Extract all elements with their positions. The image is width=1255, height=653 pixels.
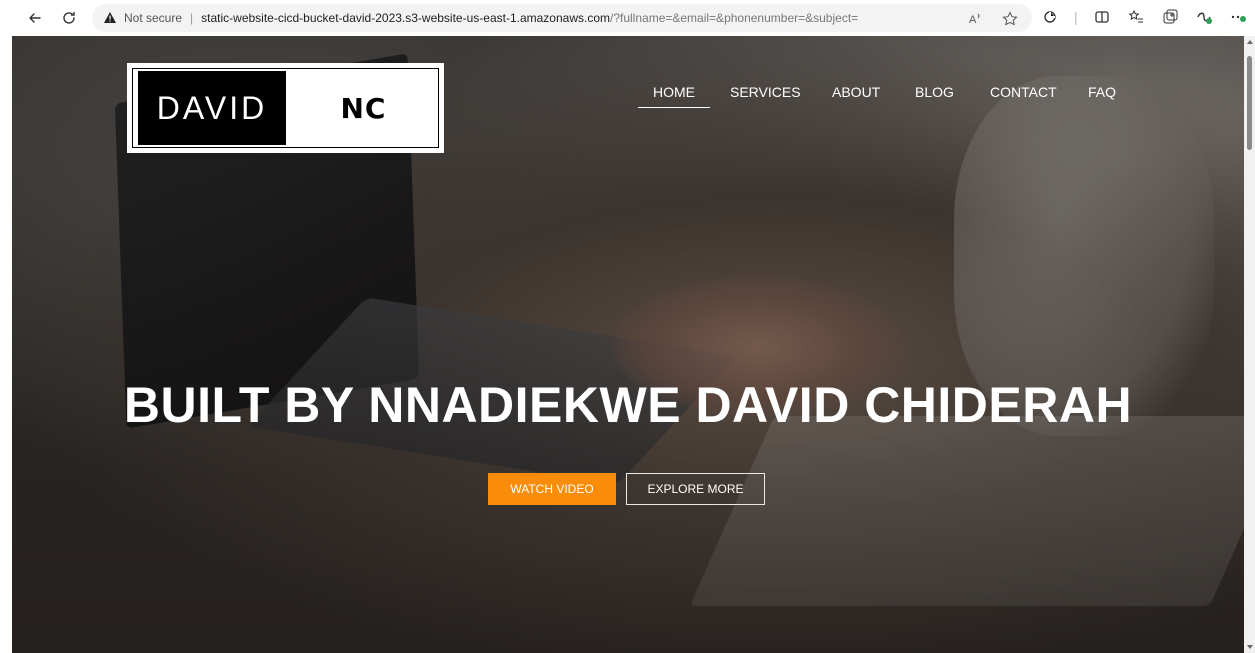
nav-item-services[interactable]: SERVICES <box>730 84 801 102</box>
logo-right-block: NC <box>286 92 441 125</box>
logo-left-block: DAVID <box>138 71 286 145</box>
scroll-down-arrow-icon[interactable] <box>1247 645 1253 649</box>
hero-title: BUILT BY NNADIEKWE DAVID CHIDERAH <box>123 377 1133 433</box>
nav-link-faq[interactable]: FAQ <box>1088 84 1116 100</box>
nav-item-about[interactable]: ABOUT <box>832 84 880 102</box>
url-query: /?fullname=&email=&phonenumber=&subject= <box>610 11 859 25</box>
nav-item-blog[interactable]: BLOG <box>915 84 954 102</box>
watch-video-button[interactable]: WATCH VIDEO <box>488 473 616 505</box>
favorite-star-icon[interactable] <box>1000 9 1020 29</box>
hero-cta-row: WATCH VIDEO EXPLORE MORE <box>488 473 765 505</box>
reload-icon[interactable] <box>58 7 80 29</box>
logo-right-text: NC <box>340 91 387 125</box>
explore-more-button[interactable]: EXPLORE MORE <box>626 473 765 505</box>
nav-link-about[interactable]: ABOUT <box>832 84 880 100</box>
more-icon[interactable] <box>1228 7 1248 27</box>
url-host: static-website-cicd-bucket-david-2023.s3… <box>201 11 610 25</box>
nav-link-services[interactable]: SERVICES <box>730 84 801 100</box>
site-logo[interactable]: DAVID NC <box>127 63 444 153</box>
favorites-icon[interactable] <box>1126 7 1146 27</box>
nav-link-blog[interactable]: BLOG <box>915 84 954 100</box>
collections-icon[interactable] <box>1160 7 1180 27</box>
security-label[interactable]: Not secure <box>124 11 182 25</box>
logo-left-text: DAVID <box>156 89 268 126</box>
split-screen-icon[interactable] <box>1092 7 1112 27</box>
nav-item-home[interactable]: HOME <box>638 84 710 108</box>
toolbar-divider: | <box>1074 9 1078 25</box>
nav-item-faq[interactable]: FAQ <box>1088 84 1116 102</box>
back-arrow-icon[interactable] <box>24 7 46 29</box>
copilot-icon[interactable] <box>1194 7 1214 27</box>
svg-text:A: A <box>969 14 977 26</box>
nav-link-home[interactable]: HOME <box>638 84 710 108</box>
nav-item-contact[interactable]: CONTACT <box>990 84 1057 102</box>
address-bar[interactable]: Not secure | static-website-cicd-bucket-… <box>92 4 1032 32</box>
nav-link-contact[interactable]: CONTACT <box>990 84 1057 100</box>
scroll-up-arrow-icon[interactable] <box>1247 40 1253 44</box>
address-separator: | <box>190 11 194 25</box>
page-scrollbar[interactable] <box>1244 36 1255 653</box>
page-viewport: DAVID NC HOME SERVICES ABOUT BLOG CONTAC… <box>12 36 1244 653</box>
warning-icon[interactable] <box>102 10 118 26</box>
read-aloud-icon[interactable]: A <box>966 9 986 29</box>
scroll-thumb[interactable] <box>1247 56 1252 150</box>
extensions-icon[interactable] <box>1040 7 1060 27</box>
browser-toolbar: Not secure | static-website-cicd-bucket-… <box>0 0 1255 36</box>
